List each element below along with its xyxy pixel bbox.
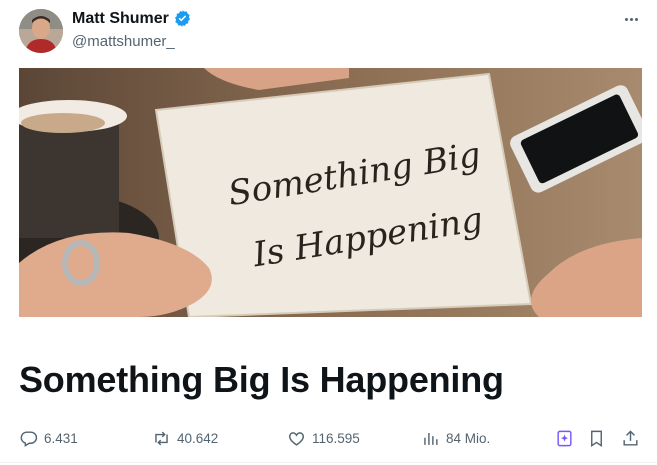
repost-count: 40.642 (177, 430, 219, 446)
views-count: 84 Mio. (446, 430, 491, 446)
bookmark-button[interactable] (587, 424, 606, 452)
reply-count: 6.431 (44, 430, 78, 446)
action-bar: 6.431 40.642 116.595 84 Mio. (0, 424, 657, 452)
author-name-row: Matt Shumer (72, 9, 192, 28)
repost-button[interactable]: 40.642 (152, 424, 218, 452)
heart-icon (289, 431, 304, 446)
repost-arrows-icon (155, 431, 168, 445)
views-button[interactable]: 84 Mio. (421, 424, 490, 452)
author-handle[interactable]: @mattshumer_ (72, 33, 175, 50)
share-button[interactable] (621, 424, 640, 452)
bookmark-icon (591, 430, 602, 447)
article-title[interactable]: Something Big Is Happening (19, 359, 504, 401)
author-name[interactable]: Matt Shumer (72, 10, 169, 28)
grok-icon (557, 430, 572, 446)
share-icon (623, 429, 638, 446)
like-count: 116.595 (312, 430, 360, 446)
more-dots-icon[interactable] (619, 10, 643, 28)
divider (0, 462, 657, 463)
reply-button[interactable]: 6.431 (19, 424, 78, 452)
bar-chart-icon (424, 432, 438, 445)
like-button[interactable]: 116.595 (287, 424, 360, 452)
grok-button[interactable] (555, 424, 574, 452)
verified-badge-icon (173, 9, 192, 28)
avatar[interactable] (19, 9, 63, 53)
speech-bubble-icon (20, 430, 38, 447)
post-header: Matt Shumer @mattshumer_ (0, 0, 657, 64)
post-image[interactable]: Something Big Is Happening (19, 68, 642, 317)
